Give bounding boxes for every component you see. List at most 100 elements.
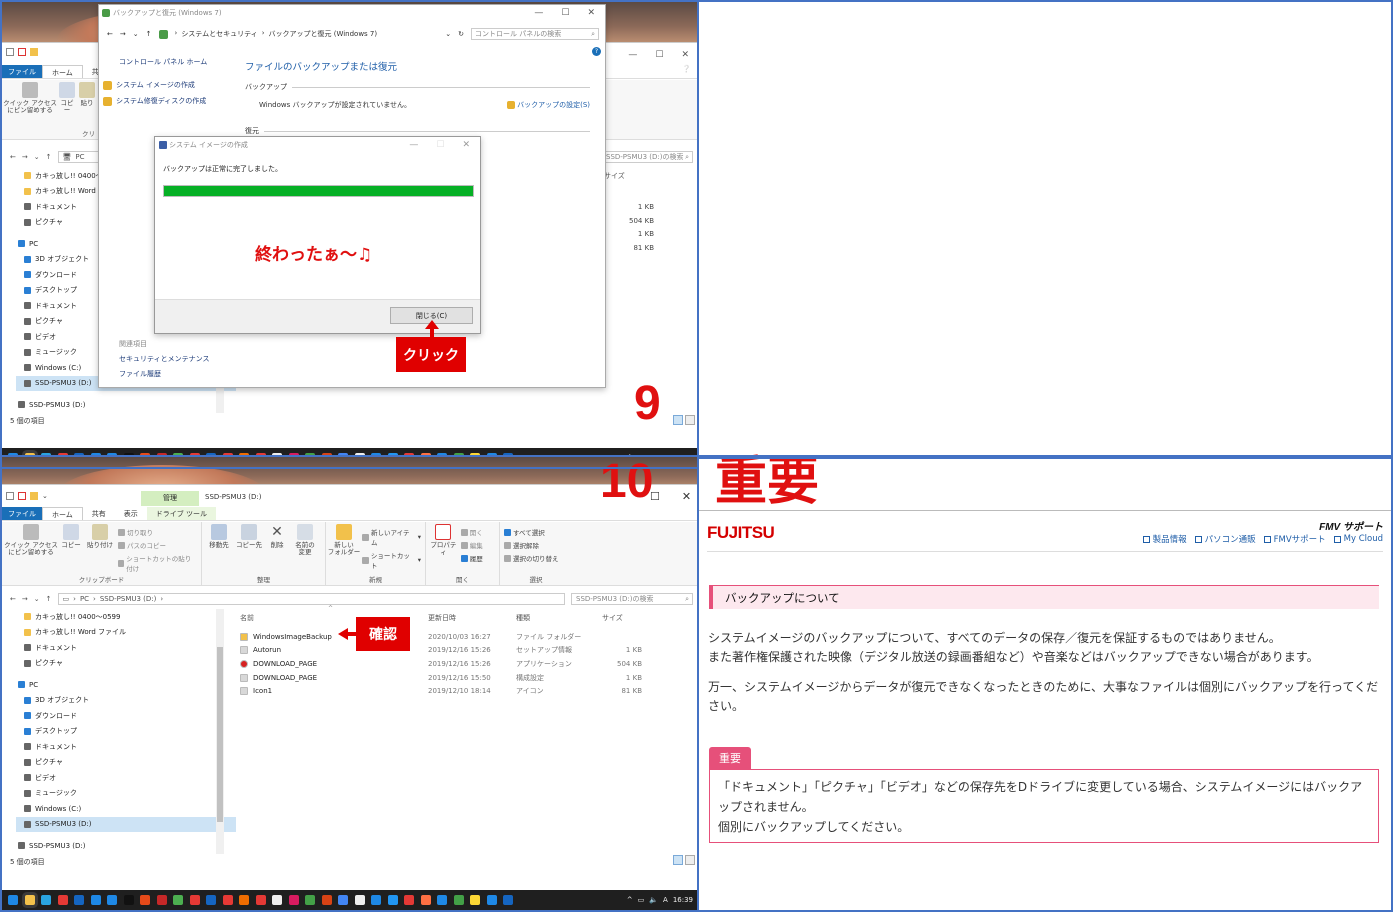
chevron-down-icon[interactable]: ⌄ — [445, 30, 451, 38]
date-column-header[interactable]: 更新日時 — [428, 613, 516, 623]
copy-button[interactable]: コピー — [61, 541, 81, 549]
tab-home[interactable]: ホーム — [42, 65, 83, 78]
history-button[interactable]: 履歴 — [470, 553, 483, 563]
line-icon[interactable] — [305, 895, 315, 905]
size-column-header[interactable]: サイズ — [604, 171, 625, 181]
app-icon[interactable] — [272, 895, 282, 905]
volume-icon[interactable]: 🔈 — [649, 896, 658, 904]
app-icon[interactable] — [371, 895, 381, 905]
app-icon[interactable] — [321, 895, 332, 905]
file-row[interactable]: DOWNLOAD_PAGE 2019/12/16 15:26 アプリケーション 504… — [240, 657, 642, 671]
file-row[interactable]: WindowsImageBackup 2020/10/03 16:27 ファイル フ… — [240, 630, 642, 644]
ime-indicator-icon[interactable]: A — [663, 896, 668, 904]
breadcrumb-item[interactable]: システムとセキュリティ — [181, 29, 257, 39]
nav-item[interactable]: ダウンロード — [16, 708, 236, 724]
file-row[interactable]: Icon1 2019/12/10 18:14 アイコン 81 KB — [240, 684, 642, 698]
close-icon[interactable]: ✕ — [462, 140, 470, 150]
help-icon[interactable]: ? — [592, 47, 601, 56]
create-system-image-link[interactable]: システム イメージの作成 — [116, 80, 195, 90]
edit-button[interactable]: 編集 — [470, 540, 483, 550]
app-icon[interactable] — [404, 895, 414, 905]
details-view-icon[interactable] — [673, 415, 683, 425]
app-icon[interactable] — [173, 895, 183, 905]
nav-scrollbar[interactable] — [216, 609, 224, 854]
paste-button[interactable]: 貼り — [81, 99, 94, 107]
chevron-up-icon[interactable]: ^ — [627, 896, 633, 904]
tab-home[interactable]: ホーム — [42, 507, 83, 520]
cp-search-input[interactable]: コントロール パネルの検索 ⌕ — [471, 28, 599, 40]
forward-icon[interactable]: → — [120, 30, 126, 38]
outlook-icon[interactable] — [90, 895, 101, 905]
pin-quick-access-button[interactable]: クイック アクセス にピン留めする — [3, 99, 57, 114]
up-icon[interactable]: ↑ — [46, 595, 52, 603]
nav-item[interactable]: 3D オブジェクト — [16, 693, 236, 709]
refresh-icon[interactable]: ↻ — [458, 30, 464, 38]
global-nav-link[interactable]: パソコン通販 — [1194, 533, 1256, 545]
app-icon[interactable] — [354, 895, 365, 905]
tiles-view-icon[interactable] — [685, 855, 695, 865]
app-icon[interactable] — [239, 895, 249, 905]
forward-icon[interactable]: → — [22, 595, 28, 603]
copy-button[interactable]: コピー — [58, 99, 76, 114]
forward-icon[interactable]: → — [22, 153, 28, 161]
nav-item[interactable]: ミュージック — [16, 786, 236, 802]
maximize-icon[interactable]: ☐ — [655, 50, 663, 60]
rename-button[interactable]: 名前の 変更 — [295, 541, 315, 556]
nav-item[interactable]: デスクトップ — [16, 724, 236, 740]
nav-item[interactable]: ドキュメント — [16, 739, 236, 755]
pin-quick-access-button[interactable]: クイック アクセス にピン留めする — [4, 541, 58, 556]
app-icon[interactable] — [437, 895, 447, 905]
clock[interactable]: 16:39 — [673, 896, 693, 904]
tab-file[interactable]: ファイル — [2, 507, 42, 520]
chrome-icon[interactable] — [338, 895, 348, 905]
create-repair-disc-link[interactable]: システム修復ディスクの作成 — [116, 96, 206, 106]
start-icon[interactable] — [8, 895, 18, 905]
up-icon[interactable]: ↑ — [146, 30, 152, 38]
app-icon[interactable] — [222, 895, 233, 905]
open-button[interactable]: 開く — [470, 527, 483, 537]
maximize-icon[interactable]: ☐ — [561, 8, 569, 18]
app-icon[interactable] — [387, 895, 398, 905]
file-explorer-icon[interactable] — [24, 895, 35, 905]
close-icon[interactable]: ✕ — [587, 8, 595, 18]
properties-button[interactable]: プロパティ — [430, 541, 457, 556]
paste-button[interactable]: 貼り付け — [87, 541, 113, 549]
global-nav-link[interactable]: 製品情報 — [1142, 533, 1187, 545]
minimize-icon[interactable]: — — [409, 140, 418, 150]
app-icon[interactable] — [420, 895, 431, 905]
chevron-down-icon[interactable]: ⌄ — [133, 30, 139, 38]
nav-item[interactable]: SSD-PSMU3 (D:) — [16, 397, 236, 413]
app-icon[interactable] — [486, 895, 497, 905]
help-icon[interactable]: ❔ — [682, 65, 697, 78]
minimize-icon[interactable]: — — [534, 8, 543, 18]
nav-item[interactable]: Windows (C:) — [16, 801, 236, 817]
chrome-icon[interactable] — [57, 895, 68, 905]
easy-access-button[interactable]: ショートカット — [371, 550, 416, 570]
tab-drive-tools[interactable]: ドライブ ツール — [146, 507, 217, 520]
tab-view[interactable]: 表示 — [115, 507, 147, 520]
back-icon[interactable]: ← — [10, 153, 16, 161]
network-icon[interactable]: ▭ — [638, 896, 645, 904]
search-input[interactable]: SSD-PSMU3 (D:)の検索 ⌕ — [601, 151, 693, 163]
copy-path-button[interactable]: パスのコピー — [127, 540, 166, 550]
search-input[interactable]: SSD-PSMU3 (D:)の検索 ⌕ — [571, 593, 693, 605]
file-history-link[interactable]: ファイル履歴 — [119, 367, 209, 382]
tool-tab-manage[interactable]: 管理 — [141, 491, 199, 506]
breadcrumb-item[interactable]: SSD-PSMU3 (D:) — [100, 595, 157, 603]
cp-home-link[interactable]: コントロール パネル ホーム — [103, 57, 207, 77]
fujitsu-logo[interactable]: FUJITSU — [707, 523, 775, 543]
nav-item[interactable]: ピクチャ — [16, 656, 236, 672]
address-field[interactable]: ▭ › PC › SSD-PSMU3 (D:) › — [57, 593, 565, 605]
global-nav-link[interactable]: FMVサポート — [1263, 533, 1326, 545]
nav-item[interactable]: カキっ放し!! Word ファイル — [16, 625, 236, 641]
app-icon[interactable] — [255, 895, 266, 905]
paste-shortcut-button[interactable]: ショートカットの貼り付け — [126, 553, 196, 573]
backup-settings-link[interactable]: バックアップの設定(S) — [517, 100, 590, 110]
tiles-view-icon[interactable] — [685, 415, 695, 425]
minimize-icon[interactable]: — — [628, 50, 637, 60]
select-none-button[interactable]: 選択解除 — [513, 540, 539, 550]
details-view-icon[interactable] — [673, 855, 683, 865]
tab-file[interactable]: ファイル — [2, 65, 42, 78]
file-row[interactable]: Autorun 2019/12/16 15:26 セットアップ情報 1 KB — [240, 644, 642, 658]
chevron-down-icon[interactable]: ⌄ — [34, 595, 40, 603]
